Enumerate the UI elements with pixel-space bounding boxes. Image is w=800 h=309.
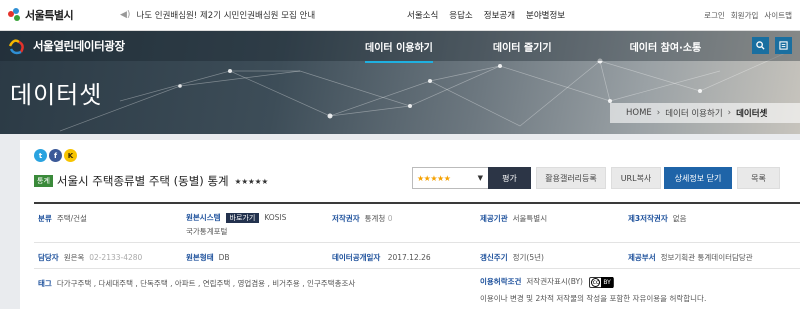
chevron-down-icon: ▼ [477, 174, 483, 182]
manager-label: 담당자 [38, 253, 59, 262]
gov-menu: 서울소식 응답소 정보공개 분야별정보 [407, 9, 565, 21]
gallery-register-button[interactable]: 활용갤러리등록 [536, 167, 606, 189]
tags-value: 다가구주택 , 다세대주택 , 단독주택 , 아파트 , 연립주택 , 영업겸용… [56, 279, 356, 288]
utility-menu: 로그인 회원가입 사이트맵 [704, 10, 792, 21]
rating-select[interactable]: ★★★★★ ▼ [412, 167, 489, 189]
seoul-logo-text: 서울특별시 [25, 9, 74, 22]
category-cell: 분류 주택/건설 [38, 213, 87, 224]
share-buttons: t f K [34, 149, 77, 162]
gov-menu-fields[interactable]: 분야별정보 [526, 9, 565, 21]
manager-value: 원은옥 [63, 253, 85, 262]
breadcrumb-home[interactable]: HOME [626, 108, 652, 118]
cc-icon: cc BY [589, 276, 614, 288]
notice-text[interactable]: 나도 인권배심원! 제2기 시민인권배심원 모집 안내 [136, 9, 315, 21]
tags-cell: 태그 다가구주택 , 다세대주택 , 단독주택 , 아파트 , 연립주택 , 영업… [38, 278, 355, 289]
speaker-icon: ◀) [120, 10, 131, 20]
info-row: 분류 주택/건설 원본시스템 바로가기 KOSIS 국가통계포털 저작권자 통계청 0 … [34, 204, 800, 243]
close-detail-button[interactable]: 상세정보 닫기 [664, 167, 732, 189]
license-description: 이용이나 변경 및 2차적 저작물의 작성을 포함한 자유이용을 허락합니다. [480, 294, 707, 303]
dataset-stars: ★★★★★ [234, 176, 269, 186]
nav-participate[interactable]: 데이터 참여·소통 [630, 39, 702, 54]
copy-url-button[interactable]: URL복사 [611, 167, 661, 189]
gov-menu-disclosure[interactable]: 정보공개 [484, 9, 515, 21]
nav-enjoy-data[interactable]: 데이터 즐기기 [493, 39, 552, 54]
dataset-panel: t f K 통계 서울시 주택종류별 주택 (동별) 통계 ★★★★★ ★★★★… [20, 140, 800, 309]
update-cycle-cell: 갱신주기 정기(5년) [480, 252, 544, 263]
signup-link[interactable]: 회원가입 [731, 10, 759, 21]
seoul-city-logo[interactable]: 서울특별시 [8, 7, 74, 23]
kakao-icon[interactable]: K [64, 149, 77, 162]
license-value: 저작권자표시(BY) [526, 277, 583, 286]
info-row: 태그 다가구주택 , 다세대주택 , 단독주택 , 아파트 , 연립주택 , 영업… [34, 269, 800, 309]
department-cell: 제공부서 정보기획관 통계데이터담당관 [628, 252, 753, 263]
opened-date-label: 데이터공개일자 [332, 253, 381, 262]
gov-menu-response[interactable]: 응답소 [449, 9, 472, 21]
source-system-cell: 원본시스템 바로가기 KOSIS [186, 212, 286, 223]
breadcrumb-use-data[interactable]: 데이터 이용하기 [665, 107, 722, 119]
format-label: 원본형태 [186, 253, 214, 262]
format-cell: 원본형태 DB [186, 252, 230, 263]
third-copyright-cell: 제3저작권자 없음 [628, 213, 687, 224]
dataset-title: 서울시 주택종류별 주택 (동별) 통계 [56, 174, 229, 188]
department-label: 제공부서 [628, 253, 656, 262]
source-system-value: KOSIS [264, 213, 287, 222]
page-title: 데이터셋 [10, 81, 103, 109]
copyright-count: 0 [387, 214, 393, 223]
search-icon [756, 41, 765, 50]
copyright-label: 저작권자 [332, 214, 360, 223]
tags-label: 태그 [38, 279, 52, 288]
manager-phone: 02-2133-4280 [89, 253, 143, 262]
chevron-right-icon: › [727, 108, 732, 118]
dataset-title-row: 통계 서울시 주택종류별 주택 (동별) 통계 ★★★★★ [34, 173, 268, 189]
info-row: 담당자 원은옥 02-2133-4280 원본형태 DB 데이터공개일자 2017.… [34, 243, 800, 269]
copyright-value: 통계청 [364, 214, 386, 223]
goto-button[interactable]: 바로가기 [225, 213, 260, 223]
copyright-cell: 저작권자 통계청 0 [332, 213, 392, 224]
opened-date-cell: 데이터공개일자 2017.12.26 [332, 252, 431, 263]
seoul-logo-icon [8, 8, 22, 22]
provider-label: 제공기관 [480, 214, 508, 223]
update-cycle-value: 정기(5년) [512, 253, 544, 262]
rate-button[interactable]: 평가 [488, 167, 531, 189]
login-link[interactable]: 로그인 [704, 10, 725, 21]
search-button[interactable] [752, 37, 769, 54]
gov-top-bar: 서울특별시 ◀) 나도 인권배심원! 제2기 시민인권배심원 모집 안내 서울소… [0, 0, 800, 31]
site-header: 서울열린데이터광장 데이터 이용하기 데이터 즐기기 데이터 참여·소통 데이터… [0, 31, 800, 134]
open-data-logo-icon [8, 36, 28, 56]
rating-select-value: ★★★★★ [417, 173, 451, 183]
sitemap-link[interactable]: 사이트맵 [764, 10, 792, 21]
site-name: 서울열린데이터광장 [33, 39, 125, 53]
provider-cell: 제공기관 서울특별시 [480, 213, 547, 224]
department-value: 정보기획관 통계데이터담당관 [660, 253, 753, 262]
opened-date-value: 2017.12.26 [387, 253, 431, 262]
gov-menu-news[interactable]: 서울소식 [407, 9, 438, 21]
dataset-info-table: 분류 주택/건설 원본시스템 바로가기 KOSIS 국가통계포털 저작권자 통계청 0 … [34, 202, 800, 303]
menu-button[interactable] [775, 37, 792, 54]
license-cell: 이용허락조건 저작권자표시(BY) cc BY [480, 276, 614, 288]
category-badge: 통계 [34, 175, 53, 187]
main-nav: 데이터 이용하기 데이터 즐기기 데이터 참여·소통 [365, 39, 702, 63]
third-copyright-label: 제3저작권자 [628, 214, 668, 223]
notice-ticker[interactable]: ◀) 나도 인권배심원! 제2기 시민인권배심원 모집 안내 [120, 9, 315, 21]
breadcrumb-current: 데이터셋 [736, 109, 768, 119]
source-system-label: 원본시스템 [186, 213, 221, 222]
menu-icon [779, 41, 788, 50]
update-cycle-label: 갱신주기 [480, 253, 508, 262]
breadcrumb: HOME › 데이터 이용하기 › 데이터셋 [610, 103, 800, 123]
third-copyright-value: 없음 [672, 214, 687, 223]
facebook-icon[interactable]: f [49, 149, 62, 162]
license-label: 이용허락조건 [480, 277, 522, 286]
category-label: 분류 [38, 214, 52, 223]
manager-cell: 담당자 원은옥 02-2133-4280 [38, 252, 142, 263]
cc-by-label: BY [601, 276, 613, 288]
nav-use-data[interactable]: 데이터 이용하기 [365, 39, 433, 63]
twitter-icon[interactable]: t [34, 149, 47, 162]
list-button[interactable]: 목록 [737, 167, 780, 189]
category-value: 주택/건설 [56, 214, 87, 223]
chevron-right-icon: › [656, 108, 661, 118]
format-value: DB [218, 253, 230, 262]
source-system-name: 국가통계포털 [186, 227, 228, 236]
site-logo[interactable]: 서울열린데이터광장 [8, 36, 125, 56]
provider-value: 서울특별시 [512, 214, 548, 223]
